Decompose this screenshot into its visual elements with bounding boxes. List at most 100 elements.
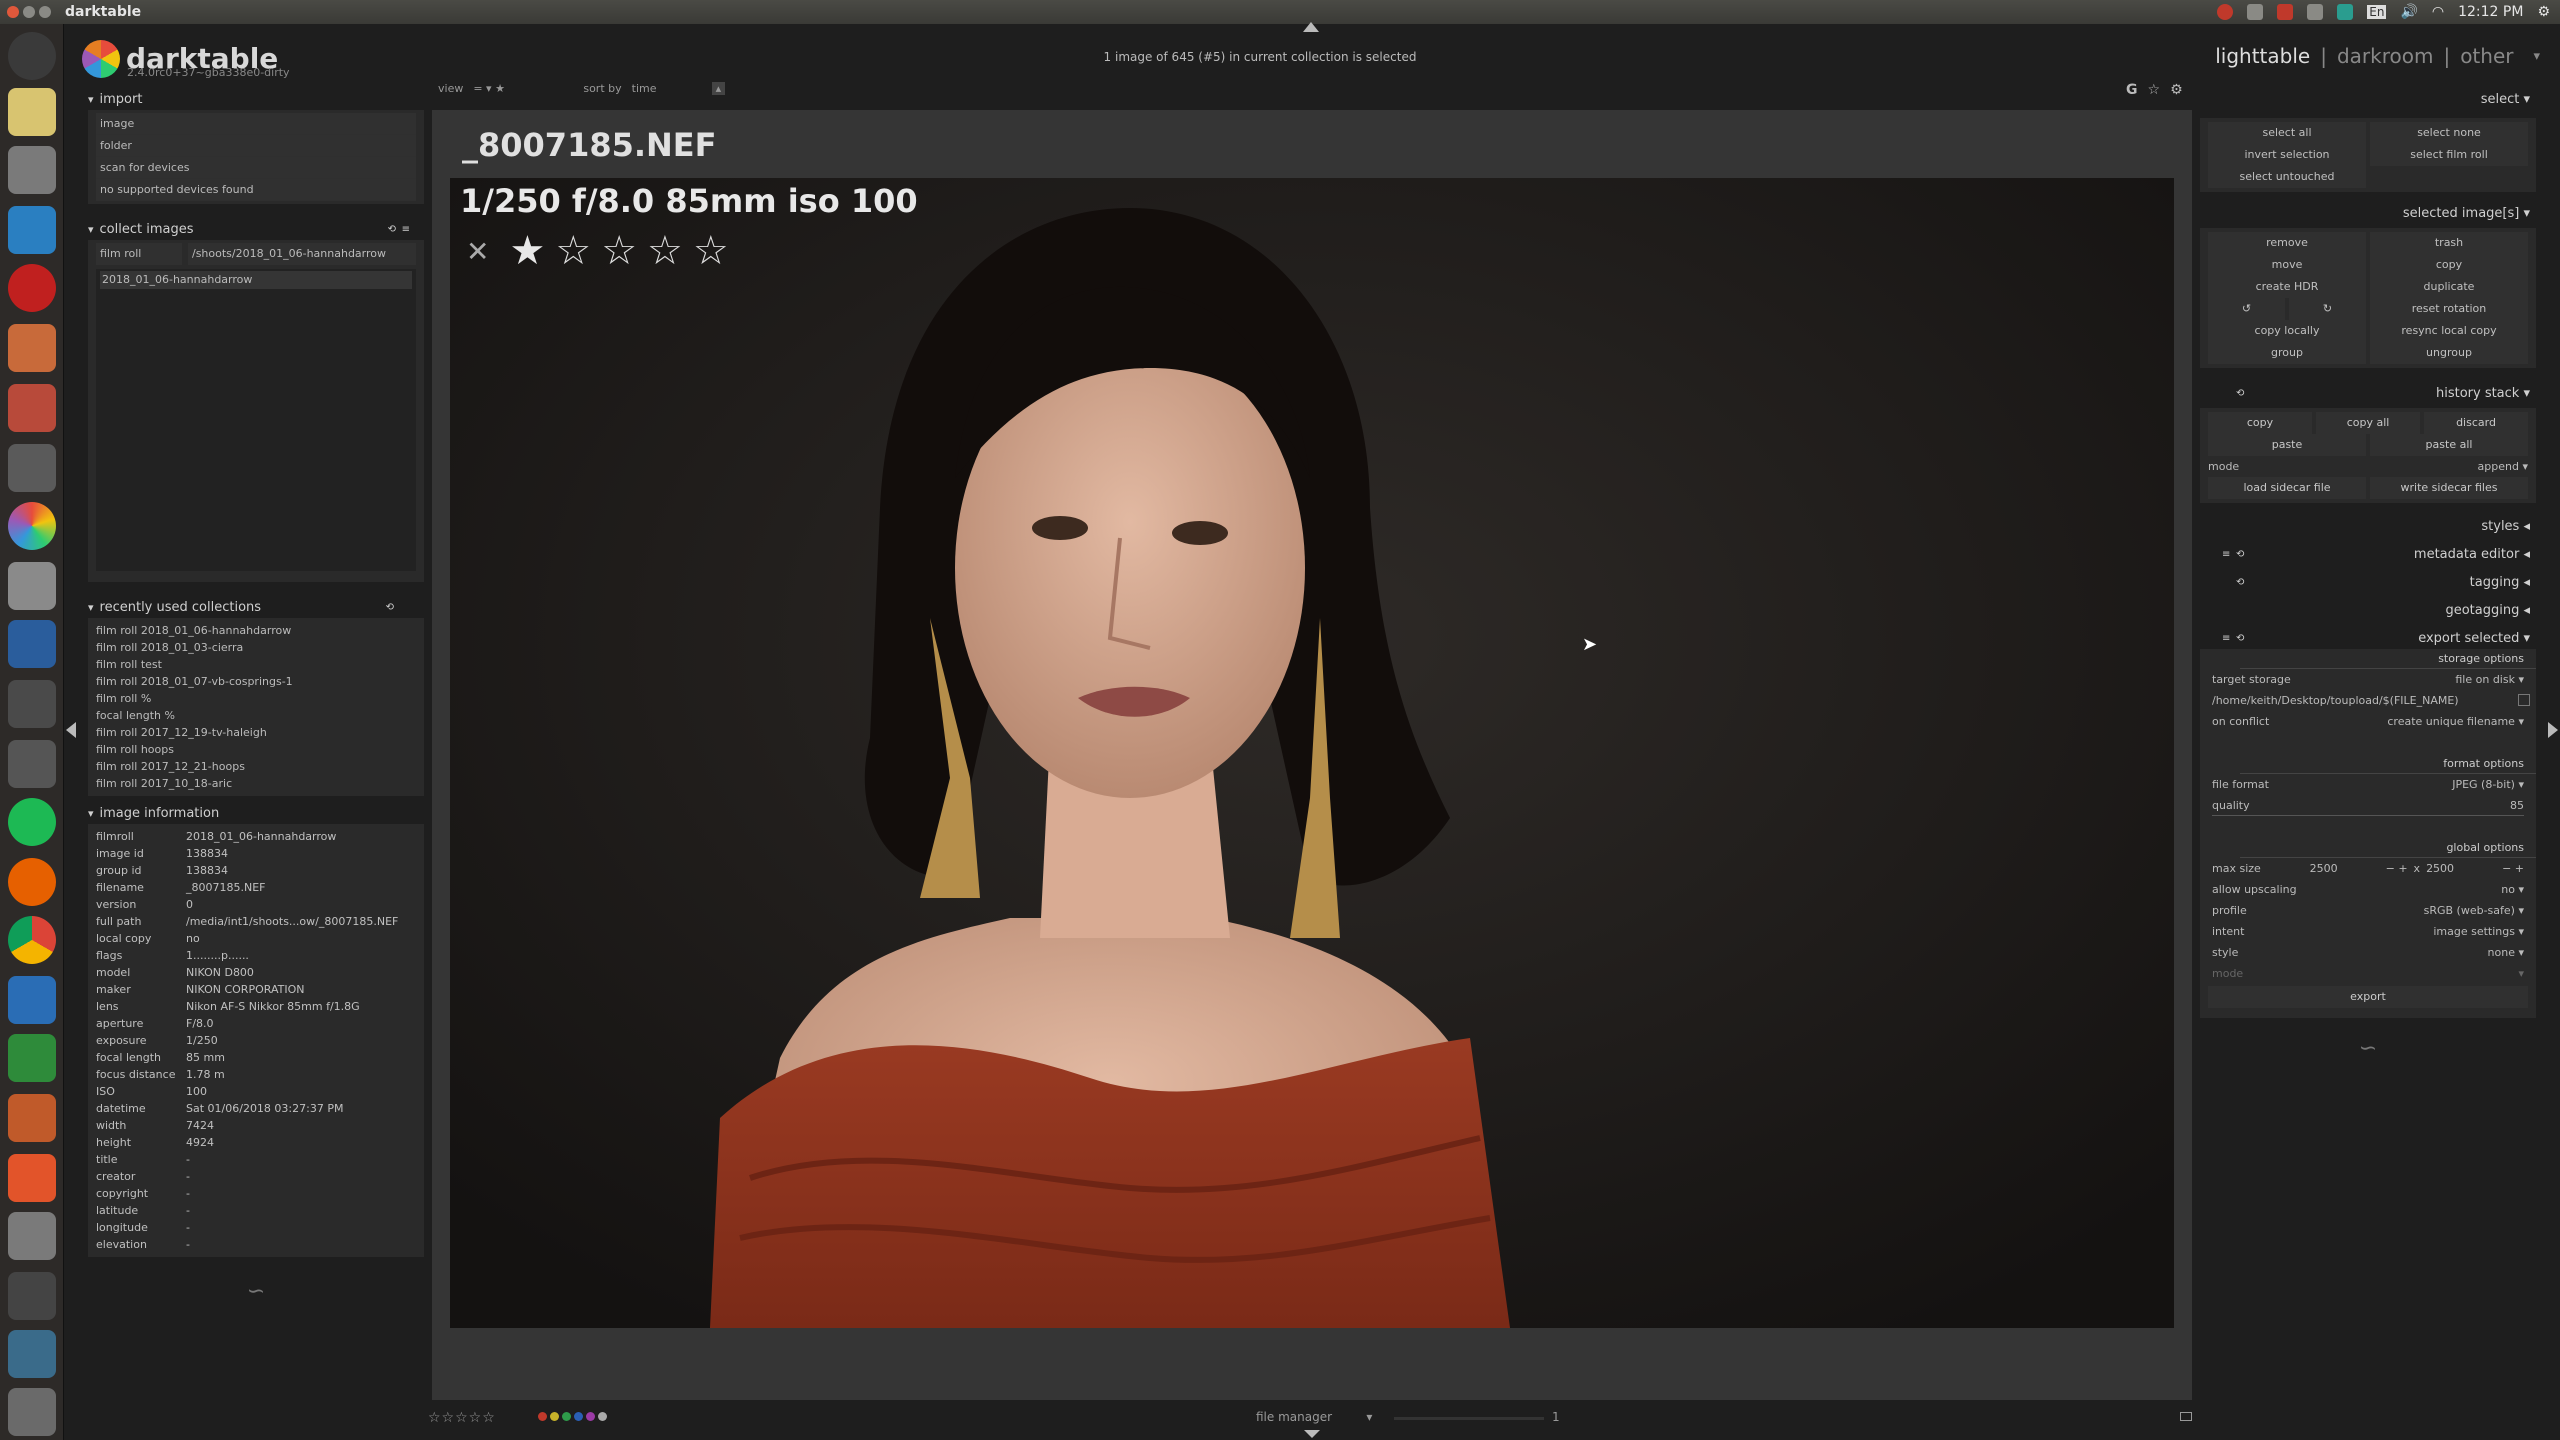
- trash-button[interactable]: trash: [2370, 232, 2528, 254]
- max-height-input[interactable]: 2500: [2426, 858, 2496, 879]
- overlay-star-icon[interactable]: ☆: [2148, 82, 2161, 98]
- max-width-stepper[interactable]: − +: [2386, 858, 2408, 879]
- chevron-down-icon[interactable]: ▾: [2533, 49, 2540, 64]
- quality-slider[interactable]: quality 85: [2212, 795, 2524, 816]
- clipboard-icon[interactable]: [2307, 4, 2324, 20]
- vpn-icon[interactable]: [2337, 4, 2354, 20]
- recent-header[interactable]: recently used collections ⟲: [88, 596, 424, 618]
- close-window-icon[interactable]: [7, 6, 19, 18]
- styles-header[interactable]: styles ◂: [2200, 515, 2536, 537]
- right-panel-toggle-icon[interactable]: [2548, 722, 2558, 738]
- resync-local-copy-button[interactable]: resync local copy: [2370, 320, 2528, 342]
- volume-icon[interactable]: 🔊: [2400, 4, 2417, 20]
- sort-order-icon[interactable]: ▴: [711, 82, 726, 95]
- tagging-header[interactable]: ⟲ tagging ◂: [2200, 571, 2536, 593]
- recent-item[interactable]: film roll 2018_01_07-vb-cosprings-1: [96, 673, 416, 690]
- purple-label-icon[interactable]: [586, 1412, 595, 1421]
- write-sidecar-button[interactable]: write sidecar files: [2370, 477, 2528, 499]
- import-header[interactable]: import: [88, 88, 424, 110]
- profile-select[interactable]: profile sRGB (web-safe) ▾: [2200, 900, 2536, 921]
- history-mode-select[interactable]: mode append ▾: [2208, 456, 2528, 477]
- files-icon[interactable]: [8, 384, 56, 432]
- geotagging-header[interactable]: geotagging ◂: [2200, 599, 2536, 621]
- import-image-button[interactable]: image: [96, 113, 416, 135]
- grouping-icon[interactable]: G: [2126, 82, 2138, 98]
- rotate-ccw-icon[interactable]: ↺: [2208, 298, 2285, 320]
- create-hdr-button[interactable]: create HDR: [2208, 276, 2366, 298]
- software-center-icon[interactable]: [8, 1154, 56, 1202]
- top-panel-toggle-icon[interactable]: [1303, 22, 1319, 32]
- opera-icon[interactable]: [8, 264, 56, 312]
- recent-item[interactable]: focal length %: [96, 707, 416, 724]
- remove-button[interactable]: remove: [2208, 232, 2366, 254]
- skype-icon[interactable]: [8, 206, 56, 254]
- amazon-icon[interactable]: [8, 1272, 56, 1320]
- blue-label-icon[interactable]: [574, 1412, 583, 1421]
- screenshot-icon[interactable]: [8, 324, 56, 372]
- copy-button[interactable]: copy: [2370, 254, 2528, 276]
- record-icon[interactable]: [2217, 4, 2234, 20]
- speaker-icon[interactable]: [8, 740, 56, 788]
- wifi-icon[interactable]: ◠: [2432, 4, 2444, 20]
- invert-selection-button[interactable]: invert selection: [2208, 144, 2366, 166]
- gimp-icon[interactable]: [8, 680, 56, 728]
- calc-icon[interactable]: [8, 1034, 56, 1082]
- red-label-icon[interactable]: [538, 1412, 547, 1421]
- impress-icon[interactable]: [8, 1094, 56, 1142]
- view-filter-select[interactable]: = ▾ ★: [473, 82, 573, 95]
- workspace-icon[interactable]: [8, 1330, 56, 1378]
- reset-icon[interactable]: ⟲: [386, 602, 394, 613]
- system-tools-icon[interactable]: [8, 1212, 56, 1260]
- writer-icon[interactable]: [8, 976, 56, 1024]
- display-icon[interactable]: [2180, 1412, 2192, 1421]
- move-button[interactable]: move: [2208, 254, 2366, 276]
- duplicate-button[interactable]: duplicate: [2370, 276, 2528, 298]
- intent-select[interactable]: intent image settings ▾: [2200, 921, 2536, 942]
- recent-item[interactable]: film roll test: [96, 656, 416, 673]
- settings-gear-icon[interactable]: ⚙: [2537, 4, 2550, 20]
- sort-select[interactable]: time: [632, 82, 702, 95]
- scan-devices-button[interactable]: scan for devices: [96, 157, 416, 179]
- history-discard-button[interactable]: discard: [2424, 412, 2528, 434]
- maximize-window-icon[interactable]: [39, 6, 51, 18]
- style-select[interactable]: style none ▾: [2200, 942, 2536, 963]
- reset-icon[interactable]: ⟲: [2236, 633, 2244, 644]
- presets-icon[interactable]: ≡: [2222, 633, 2230, 644]
- export-button[interactable]: export: [2208, 986, 2528, 1008]
- history-copy-all-button[interactable]: copy all: [2316, 412, 2420, 434]
- dropbox-icon[interactable]: [2247, 4, 2264, 20]
- history-paste-all-button[interactable]: paste all: [2370, 434, 2528, 456]
- collect-type-select[interactable]: film roll: [96, 243, 182, 265]
- metadata-editor-header[interactable]: ≡ ⟲ metadata editor ◂: [2200, 543, 2536, 565]
- view-other[interactable]: other: [2460, 44, 2513, 68]
- selected-images-header[interactable]: selected image[s] ▾: [2200, 202, 2536, 224]
- firefox-icon[interactable]: [8, 858, 56, 906]
- select-all-button[interactable]: select all: [2208, 122, 2366, 144]
- reset-icon[interactable]: ⟲: [2236, 577, 2244, 588]
- recent-item[interactable]: film roll hoops: [96, 741, 416, 758]
- select-untouched-button[interactable]: select untouched: [2208, 166, 2366, 188]
- reset-icon[interactable]: ⟲: [388, 224, 396, 235]
- recent-item[interactable]: film roll 2018_01_06-hannahdarrow: [96, 622, 416, 639]
- export-header[interactable]: ≡ ⟲ export selected ▾: [2200, 627, 2536, 649]
- view-lighttable[interactable]: lighttable: [2215, 44, 2310, 68]
- trash-icon[interactable]: [8, 1388, 56, 1436]
- yellow-label-icon[interactable]: [550, 1412, 559, 1421]
- minimize-window-icon[interactable]: [23, 6, 35, 18]
- reject-icon[interactable]: ✕: [466, 235, 489, 268]
- collect-header[interactable]: collect images ⟲ ≡: [88, 218, 424, 240]
- rotate-cw-icon[interactable]: ↻: [2289, 298, 2366, 320]
- reset-icon[interactable]: ⟲: [2236, 549, 2244, 560]
- target-storage-select[interactable]: target storage file on disk ▾: [2200, 669, 2536, 690]
- select-header[interactable]: select ▾: [2200, 88, 2536, 110]
- recent-item[interactable]: film roll 2017_10_18-aric: [96, 775, 416, 792]
- mode-select[interactable]: mode ▾: [2200, 963, 2536, 984]
- keyboard-layout[interactable]: En: [2367, 5, 2387, 19]
- zoom-slider[interactable]: [1394, 1417, 1544, 1420]
- chrome-icon[interactable]: [8, 916, 56, 964]
- view-darkroom[interactable]: darkroom: [2337, 44, 2434, 68]
- import-folder-button[interactable]: folder: [96, 135, 416, 157]
- layout-select[interactable]: file manager ▾: [1256, 1410, 1372, 1424]
- history-copy-button[interactable]: copy: [2208, 412, 2312, 434]
- select-none-button[interactable]: select none: [2370, 122, 2528, 144]
